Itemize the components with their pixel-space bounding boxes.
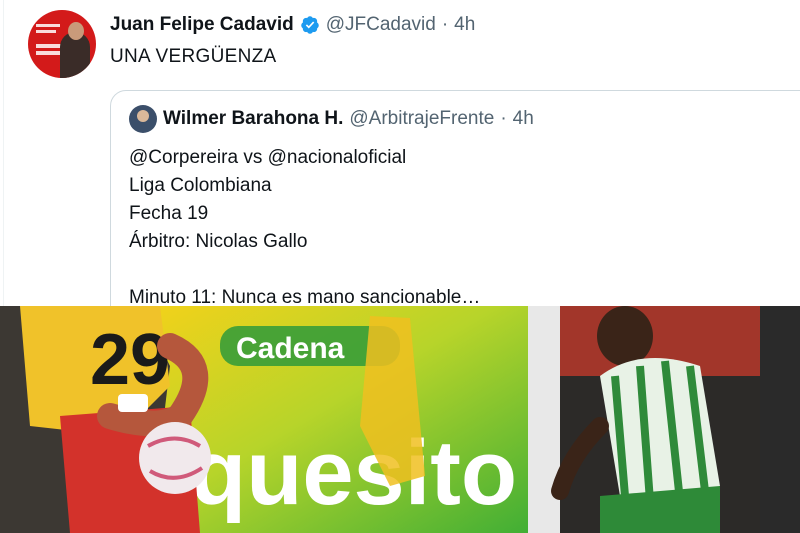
player-left-shape: 29 bbox=[0, 306, 209, 533]
tweet: Juan Felipe Cadavid @JFCadavid · 4h UNA … bbox=[0, 0, 800, 533]
ad-quesito-text: quesito bbox=[190, 422, 517, 524]
quoted-text-line: Árbitro: Nicolas Gallo bbox=[129, 231, 308, 252]
jersey-number: 29 bbox=[90, 320, 170, 400]
tweet-media-photo[interactable]: Cadena quesito 29 bbox=[0, 306, 800, 533]
quoted-author-name: Wilmer Barahona H. bbox=[163, 108, 344, 129]
author-handle[interactable]: @JFCadavid bbox=[326, 14, 436, 36]
quoted-tweet-header: Wilmer Barahona H. @ArbitrajeFrente · 4h bbox=[129, 105, 534, 133]
tweet-text: UNA VERGÜENZA bbox=[110, 46, 277, 67]
avatar-text-stripe bbox=[36, 44, 62, 48]
football-match-image: Cadena quesito 29 bbox=[0, 306, 800, 533]
separator-dot: · bbox=[441, 14, 449, 35]
separator-dot: · bbox=[500, 108, 507, 129]
author-name[interactable]: Juan Felipe Cadavid bbox=[110, 14, 294, 36]
quoted-author-handle: @ArbitrajeFrente bbox=[349, 108, 495, 129]
tweet-header: Juan Felipe Cadavid @JFCadavid · 4h bbox=[110, 14, 475, 36]
tweet-timestamp[interactable]: 4h bbox=[454, 14, 475, 36]
author-avatar[interactable] bbox=[28, 10, 96, 78]
quoted-author-avatar bbox=[129, 105, 157, 133]
football-ball bbox=[139, 422, 211, 494]
avatar-text-stripe bbox=[36, 51, 62, 55]
avatar-text-stripe bbox=[36, 24, 60, 27]
avatar-face-shape bbox=[68, 22, 84, 40]
quoted-text-line: @Corpereira vs @nacionaloficial bbox=[129, 147, 407, 168]
quoted-text-line: Fecha 19 bbox=[129, 203, 209, 224]
avatar-text-stripe bbox=[36, 30, 56, 33]
ad-brand-text: Cadena bbox=[236, 332, 345, 365]
quoted-tweet-timestamp: 4h bbox=[512, 108, 534, 129]
verified-badge-icon bbox=[300, 16, 319, 34]
quoted-text-line: Liga Colombiana bbox=[129, 175, 272, 196]
